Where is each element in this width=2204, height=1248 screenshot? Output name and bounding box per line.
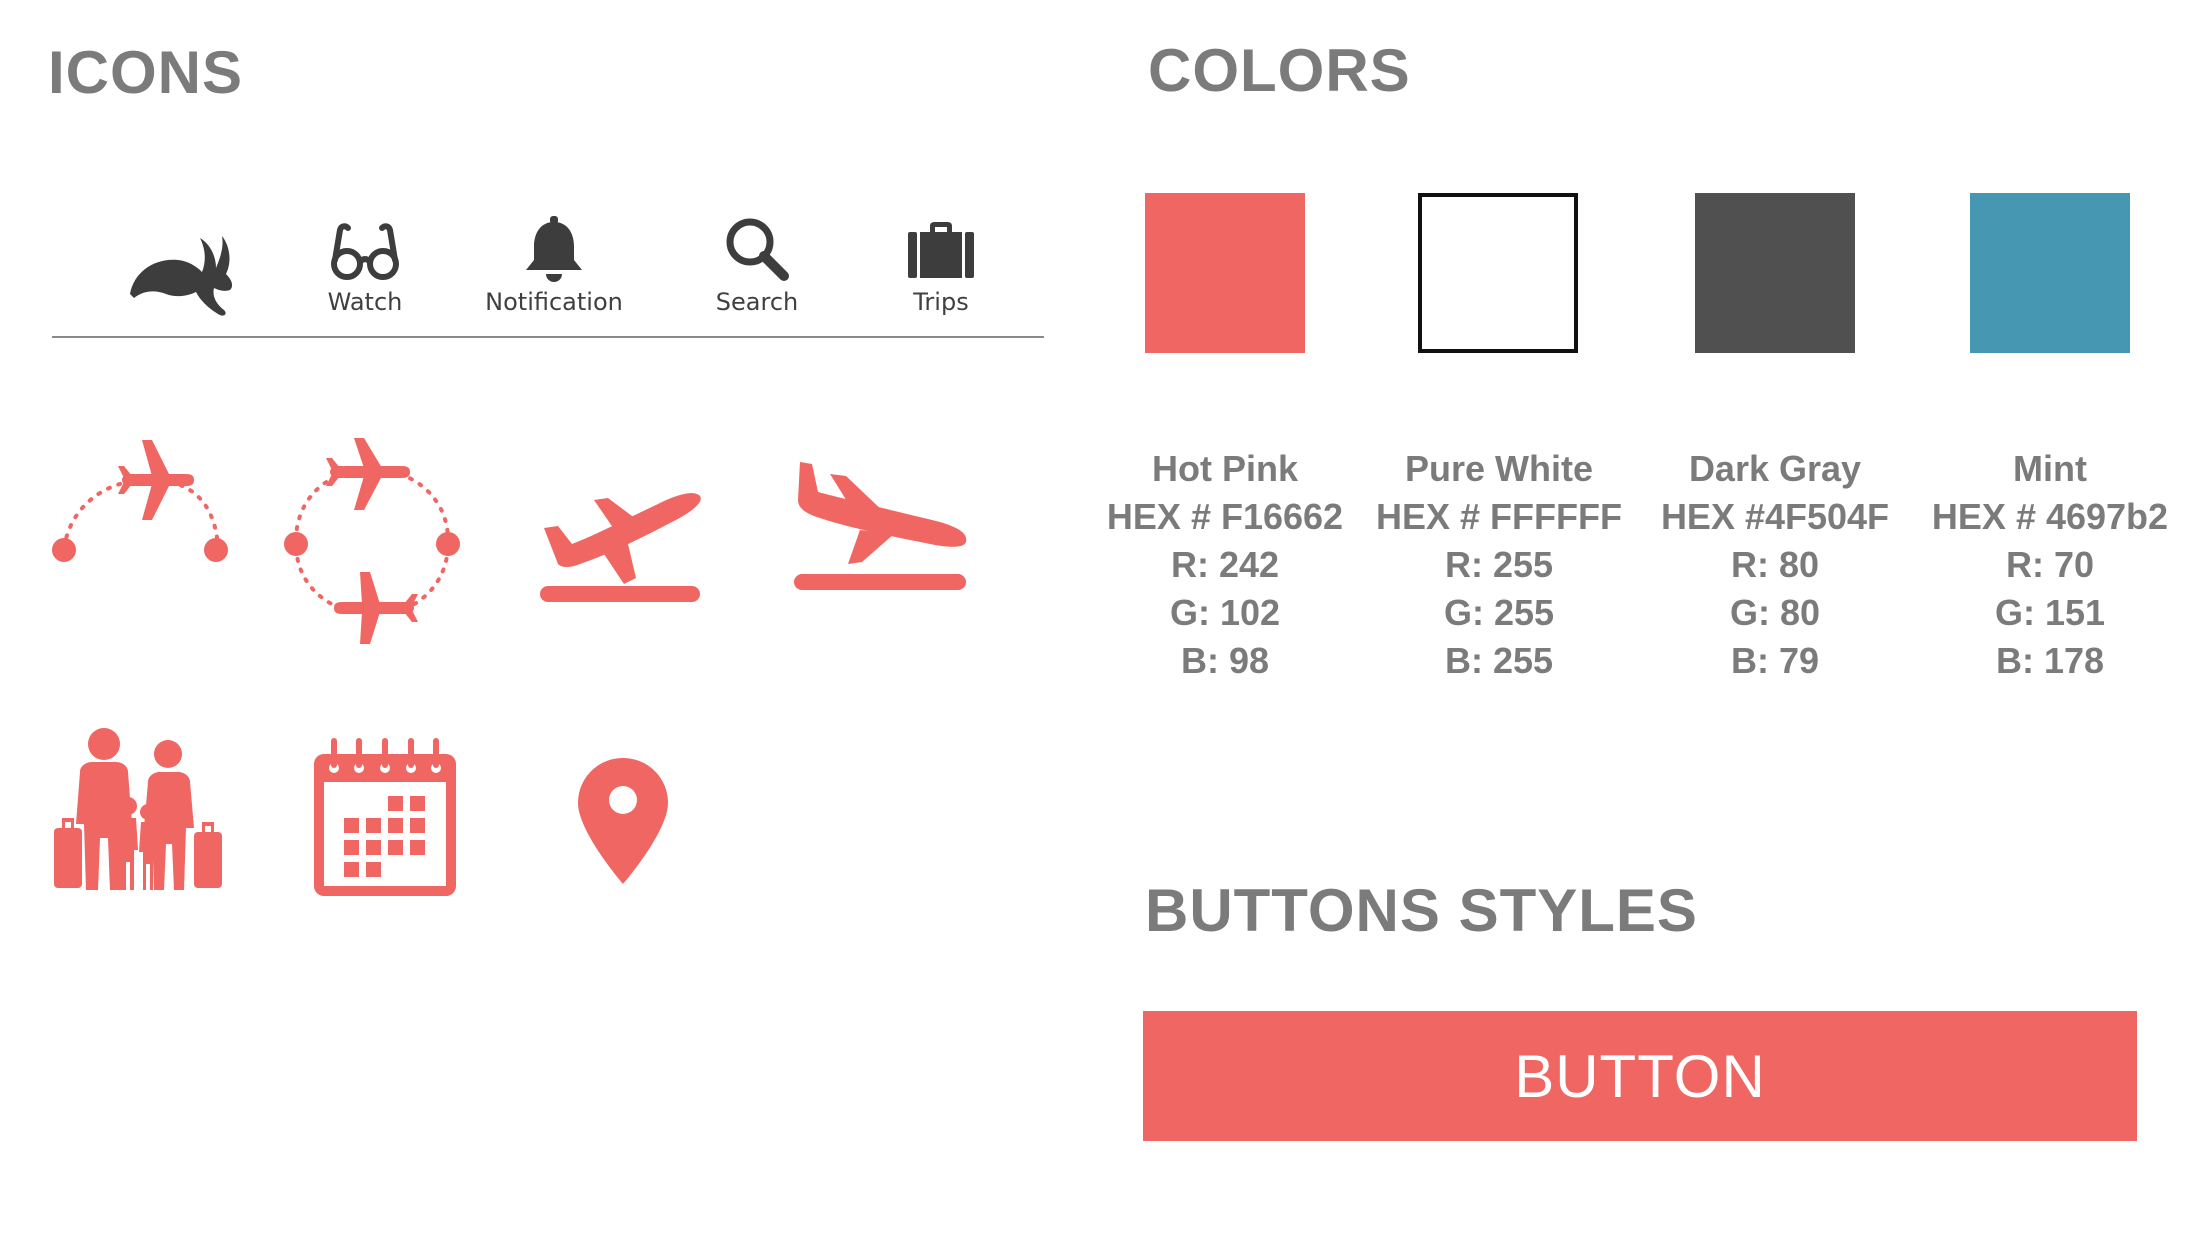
nav-label-search: Search: [715, 288, 799, 316]
color-info-mint: Mint HEX # 4697b2 R: 70 G: 151 B: 178: [1905, 445, 2195, 685]
search-icon: [726, 218, 789, 281]
glasses-icon: [331, 223, 399, 280]
color-name: Hot Pink: [1151, 448, 1298, 489]
round-trip-flight-icon: [284, 438, 460, 644]
nav-item-trips[interactable]: Trips: [851, 210, 1031, 336]
color-name: Dark Gray: [1688, 448, 1862, 489]
suitcase-icon: [908, 222, 974, 278]
color-r: R: 242: [1170, 544, 1280, 585]
rabbit-logo-icon: [130, 236, 233, 316]
nav-label-trips: Trips: [913, 288, 969, 316]
swatch-hot-pink: [1145, 193, 1305, 353]
swatch-pure-white: [1418, 193, 1578, 353]
color-hex: HEX #4F504F: [1660, 496, 1890, 537]
color-name: Pure White: [1404, 448, 1593, 489]
calendar-icon: [314, 738, 456, 896]
icon-nav-bar: Watch Notification Search Trips: [52, 210, 1044, 338]
icons-heading: ICONS: [48, 39, 244, 106]
takeoff-icon: [540, 493, 701, 602]
color-info-hot-pink: Hot Pink HEX # F16662 R: 242 G: 102 B: 9…: [1080, 445, 1370, 685]
color-hex: HEX # F16662: [1106, 496, 1344, 537]
color-hex: HEX # FFFFFF: [1376, 496, 1622, 537]
nav-label-notification: Notification: [485, 288, 623, 316]
color-r: R: 255: [1444, 544, 1554, 585]
landing-icon: [794, 462, 967, 590]
bell-icon: [526, 216, 582, 282]
color-r: R: 70: [2005, 544, 2095, 585]
color-g: G: 255: [1443, 592, 1555, 633]
color-info-pure-white: Pure White HEX # FFFFFF R: 255 G: 255 B:…: [1354, 445, 1644, 685]
swatch-dark-gray: [1695, 193, 1855, 353]
buttons-styles-heading: BUTTONS STYLES: [1145, 877, 1698, 944]
nav-item-notification[interactable]: Notification: [464, 210, 644, 336]
color-hex: HEX # 4697b2: [1931, 496, 2169, 537]
color-b: B: 98: [1180, 640, 1270, 681]
color-name: Mint: [2013, 448, 2087, 489]
color-info-dark-gray: Dark Gray HEX #4F504F R: 80 G: 80 B: 79: [1630, 445, 1920, 685]
swatch-mint: [1970, 193, 2130, 353]
color-b: B: 255: [1444, 640, 1554, 681]
color-b: B: 79: [1730, 640, 1820, 681]
color-g: G: 151: [1994, 592, 2106, 633]
map-pin-icon: [578, 758, 668, 884]
color-b: B: 178: [1995, 640, 2105, 681]
color-r: R: 80: [1730, 544, 1820, 585]
family-travelers-icon: [54, 728, 222, 890]
nav-label-watch: Watch: [327, 288, 403, 316]
nav-item-home[interactable]: [92, 210, 272, 336]
color-g: G: 80: [1729, 592, 1821, 633]
one-way-flight-icon: [52, 440, 228, 562]
sample-button[interactable]: BUTTON: [1143, 1011, 2137, 1141]
color-g: G: 102: [1169, 592, 1281, 633]
nav-item-search[interactable]: Search: [667, 210, 847, 336]
nav-item-watch[interactable]: Watch: [275, 210, 455, 336]
colors-heading: COLORS: [1148, 37, 1411, 104]
